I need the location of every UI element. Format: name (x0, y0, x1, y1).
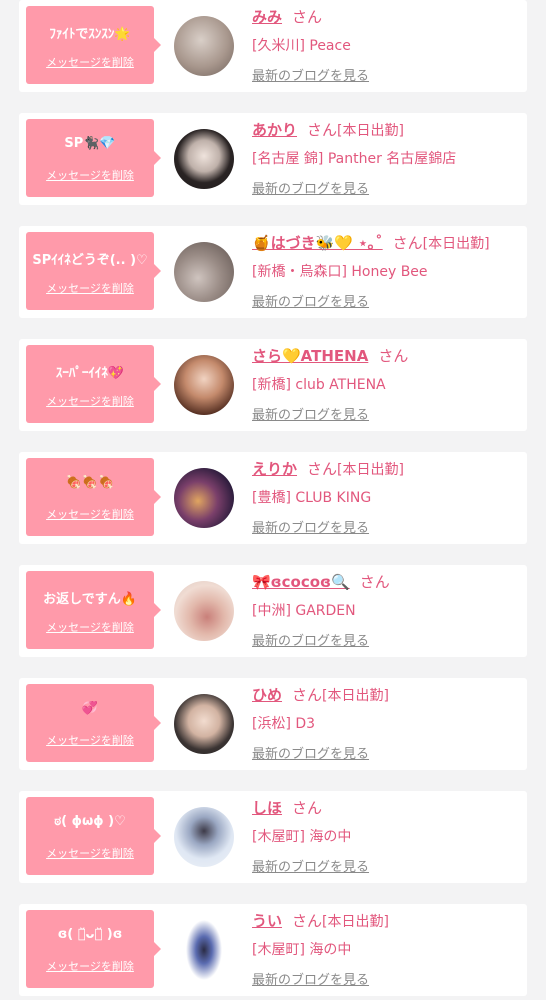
honorific: さん (292, 912, 323, 930)
shop-name: [新橋] club ATHENA (252, 377, 386, 393)
avatar[interactable] (174, 355, 234, 415)
latest-blog-link[interactable]: 最新のブログを見る (252, 291, 369, 310)
message-card: ɞ( ･̆ᴗ･̆ )ɞ メッセージを削除 うい さん[本日出勤] [木屋町] 海の… (19, 904, 527, 996)
delete-message-link[interactable]: メッセージを削除 (26, 393, 154, 409)
honorific: さん (359, 573, 390, 591)
message-text: 💞 (81, 701, 99, 716)
message-text: ｽｰﾊﾟｰｲｲﾈ💖 (55, 366, 125, 381)
message-card: 💞 メッセージを削除 ひめ さん[本日出勤] [浜松] D3 最新のブログを見る (19, 678, 527, 770)
message-list: ﾌｧｲﾄでｽﾝｽﾝ🌟 メッセージを削除 みみ さん [久米川] Peace 最新の… (0, 0, 546, 1000)
cast-name-link[interactable]: えりか (252, 460, 297, 478)
shop-name: [木屋町] 海の中 (252, 829, 352, 845)
latest-blog-link[interactable]: 最新のブログを見る (252, 743, 369, 762)
delete-message-link[interactable]: メッセージを削除 (26, 280, 154, 296)
honorific: さん (307, 121, 338, 139)
cast-name-link[interactable]: あかり (252, 121, 297, 139)
message-bubble[interactable]: SP🐈‍⬛💎 メッセージを削除 (26, 119, 161, 197)
message-bubble[interactable]: ಠ( ɸωɸ )♡ メッセージを削除 (26, 797, 161, 875)
message-card: ಠ( ɸωɸ )♡ メッセージを削除 しほ さん [木屋町] 海の中 最新のブログ… (19, 791, 527, 883)
cast-name-link[interactable]: さら💛ATHENA (252, 347, 368, 365)
delete-message-link[interactable]: メッセージを削除 (26, 732, 154, 748)
shop-name: [中洲] GARDEN (252, 603, 356, 619)
avatar[interactable] (174, 129, 234, 189)
message-card: お返しですん🔥 メッセージを削除 🎀ɞcocoɞ🔍 さん [中洲] GARDEN … (19, 565, 527, 657)
shop-name: [浜松] D3 (252, 716, 316, 732)
avatar[interactable] (174, 581, 234, 641)
cast-name-link[interactable]: うい (252, 912, 282, 930)
message-bubble[interactable]: 🍖🍖🍖 メッセージを削除 (26, 458, 161, 536)
honorific: さん (307, 460, 338, 478)
latest-blog-link[interactable]: 最新のブログを見る (252, 178, 369, 197)
honorific: さん (292, 8, 323, 26)
message-text: ﾌｧｲﾄでｽﾝｽﾝ🌟 (49, 27, 131, 42)
message-text: お返しですん🔥 (43, 592, 137, 607)
message-card: SPｲｲﾈどうぞ(.. )♡ メッセージを削除 🍯はづき🐝💛 ⋆｡˚ さん[本日出… (19, 226, 527, 318)
attendance-tag: [本日出勤] (337, 462, 404, 478)
message-card: 🍖🍖🍖 メッセージを削除 えりか さん[本日出勤] [豊橋] CLUB KING … (19, 452, 527, 544)
shop-name: [名古屋 錦] Panther 名古屋錦店 (252, 151, 457, 167)
message-card: ｽｰﾊﾟｰｲｲﾈ💖 メッセージを削除 さら💛ATHENA さん [新橋] club… (19, 339, 527, 431)
avatar[interactable] (174, 16, 234, 76)
latest-blog-link[interactable]: 最新のブログを見る (252, 630, 369, 649)
message-bubble[interactable]: ﾌｧｲﾄでｽﾝｽﾝ🌟 メッセージを削除 (26, 6, 161, 84)
message-text: 🍖🍖🍖 (65, 475, 115, 490)
honorific: さん (392, 234, 423, 252)
avatar[interactable] (174, 694, 234, 754)
delete-message-link[interactable]: メッセージを削除 (26, 167, 154, 183)
honorific: さん (292, 686, 323, 704)
cast-name-link[interactable]: みみ (252, 8, 282, 26)
message-bubble[interactable]: ｽｰﾊﾟｰｲｲﾈ💖 メッセージを削除 (26, 345, 161, 423)
cast-name-link[interactable]: ひめ (252, 686, 282, 704)
latest-blog-link[interactable]: 最新のブログを見る (252, 65, 369, 84)
delete-message-link[interactable]: メッセージを削除 (26, 619, 154, 635)
attendance-tag: [本日出勤] (322, 688, 389, 704)
attendance-tag: [本日出勤] (322, 914, 389, 930)
shop-name: [新橋・烏森口] Honey Bee (252, 264, 428, 280)
message-card: ﾌｧｲﾄでｽﾝｽﾝ🌟 メッセージを削除 みみ さん [久米川] Peace 最新の… (19, 0, 527, 92)
shop-name: [豊橋] CLUB KING (252, 490, 372, 506)
message-bubble[interactable]: SPｲｲﾈどうぞ(.. )♡ メッセージを削除 (26, 232, 161, 310)
message-bubble[interactable]: お返しですん🔥 メッセージを削除 (26, 571, 161, 649)
message-card: SP🐈‍⬛💎 メッセージを削除 あかり さん[本日出勤] [名古屋 錦] Pant… (19, 113, 527, 205)
honorific: さん (378, 347, 409, 365)
cast-name-link[interactable]: 🎀ɞcocoɞ🔍 (252, 573, 350, 591)
attendance-tag: [本日出勤] (422, 236, 490, 252)
avatar[interactable] (174, 807, 234, 867)
latest-blog-link[interactable]: 最新のブログを見る (252, 856, 369, 875)
honorific: さん (292, 799, 323, 817)
attendance-tag: [本日出勤] (337, 123, 404, 139)
message-text: SP🐈‍⬛💎 (64, 136, 116, 151)
cast-name-link[interactable]: しほ (252, 799, 282, 817)
delete-message-link[interactable]: メッセージを削除 (26, 958, 154, 974)
message-bubble[interactable]: 💞 メッセージを削除 (26, 684, 161, 762)
message-bubble[interactable]: ɞ( ･̆ᴗ･̆ )ɞ メッセージを削除 (26, 910, 161, 988)
latest-blog-link[interactable]: 最新のブログを見る (252, 404, 369, 423)
shop-name: [久米川] Peace (252, 38, 351, 54)
message-text: ɞ( ･̆ᴗ･̆ )ɞ (57, 927, 123, 942)
message-text: ಠ( ɸωɸ )♡ (54, 814, 126, 829)
delete-message-link[interactable]: メッセージを削除 (26, 54, 154, 70)
latest-blog-link[interactable]: 最新のブログを見る (252, 969, 369, 988)
message-text: SPｲｲﾈどうぞ(.. )♡ (32, 253, 148, 268)
avatar[interactable] (174, 920, 234, 980)
delete-message-link[interactable]: メッセージを削除 (26, 845, 154, 861)
shop-name: [木屋町] 海の中 (252, 942, 352, 958)
delete-message-link[interactable]: メッセージを削除 (26, 506, 154, 522)
cast-name-link[interactable]: 🍯はづき🐝💛 ⋆｡˚ (252, 234, 383, 252)
avatar[interactable] (174, 242, 234, 302)
latest-blog-link[interactable]: 最新のブログを見る (252, 517, 369, 536)
avatar[interactable] (174, 468, 234, 528)
